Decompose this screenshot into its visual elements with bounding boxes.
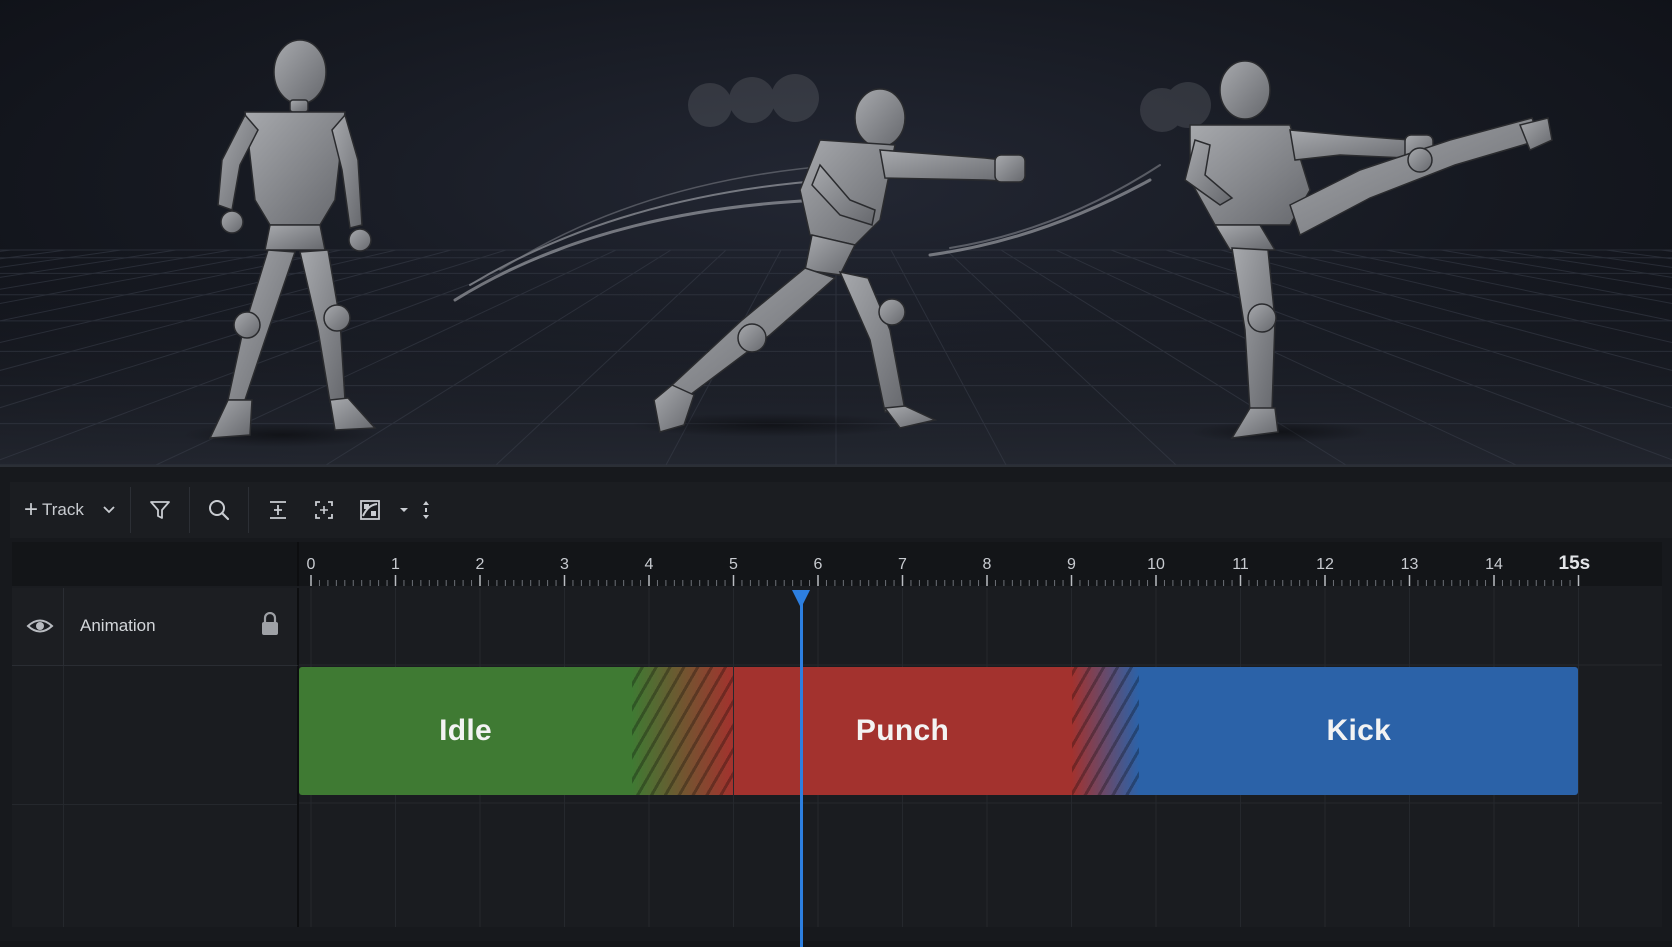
fit-frame-icon [314, 501, 333, 519]
3d-viewport[interactable] [0, 0, 1672, 465]
tick-label: 11 [1232, 556, 1249, 573]
track-header-divider [63, 588, 64, 665]
toolbar-separator [188, 487, 190, 533]
track-header-empty [12, 666, 299, 927]
curve-options-dropdown[interactable] [393, 490, 415, 530]
track-header[interactable]: Animation [12, 588, 299, 666]
curve-editor-button[interactable] [347, 490, 393, 530]
clip-label: Idle [439, 714, 492, 747]
clip-kick[interactable]: Kick [1139, 667, 1579, 795]
fit-vertical-button[interactable] [255, 490, 301, 530]
clip-label: Punch [855, 714, 950, 747]
tick-label: 12 [1316, 556, 1334, 573]
header-grid-line [12, 804, 297, 805]
ruler-ticks [310, 575, 1580, 586]
add-track-label: Track [42, 500, 84, 519]
timeline-toolbar: + Track [10, 482, 1672, 538]
ruler-header [12, 542, 299, 586]
viewport-scene [0, 39, 1672, 465]
timeline-panel: + Track 0 1 2 3 4 5 6 7 8 9 10 11 12 13 … [0, 467, 1672, 947]
expand-vertical-button[interactable] [415, 490, 437, 530]
add-track-button[interactable]: + Track [10, 490, 94, 530]
tick-label: 13 [1400, 556, 1419, 573]
blend-region[interactable] [1071, 667, 1140, 795]
search-icon [208, 500, 229, 521]
blend-region[interactable] [632, 667, 734, 795]
track-area: 0 1 2 3 4 5 6 7 8 9 10 11 12 13 14 15s Animation Idle Pu… [12, 542, 1662, 947]
lock-icon[interactable] [261, 612, 279, 636]
tick-label: 0 [306, 556, 316, 573]
eye-icon[interactable] [26, 615, 54, 637]
chevron-down-icon [103, 506, 115, 514]
expand-vertical-icon [422, 501, 429, 519]
tick-label: 6 [813, 556, 823, 573]
tick-label: 10 [1147, 556, 1165, 573]
curve-editor-icon [359, 500, 380, 520]
clip-punch[interactable]: Punch [733, 667, 1072, 795]
tick-label: 1 [391, 556, 400, 573]
toolbar-separator [247, 487, 249, 533]
tick-label: 15s [1558, 553, 1591, 574]
filter-icon [149, 501, 170, 519]
caret-down-icon [399, 508, 408, 512]
tick-label: 5 [729, 556, 738, 573]
tick-label: 8 [982, 556, 992, 573]
header-grid-line [63, 666, 64, 927]
fit-frame-button[interactable] [301, 490, 347, 530]
plus-icon: + [24, 496, 39, 523]
tick-label: 9 [1067, 556, 1076, 573]
tick-label: 7 [898, 556, 907, 573]
search-button[interactable] [196, 490, 242, 530]
tick-label: 14 [1485, 556, 1503, 573]
toolbar-separator [129, 487, 131, 533]
tick-label: 3 [560, 556, 569, 573]
time-ruler[interactable]: 0 1 2 3 4 5 6 7 8 9 10 11 12 13 14 15s [299, 542, 1662, 586]
clip-idle[interactable]: Idle [299, 667, 633, 795]
track-name: Animation [80, 616, 156, 635]
tick-label: 2 [475, 556, 485, 573]
tick-label: 4 [644, 556, 654, 573]
filter-button[interactable] [137, 490, 183, 530]
add-track-dropdown[interactable] [94, 490, 124, 530]
fit-vertical-icon [269, 501, 286, 519]
clip-label: Kick [1326, 714, 1392, 747]
playhead[interactable] [799, 602, 803, 947]
